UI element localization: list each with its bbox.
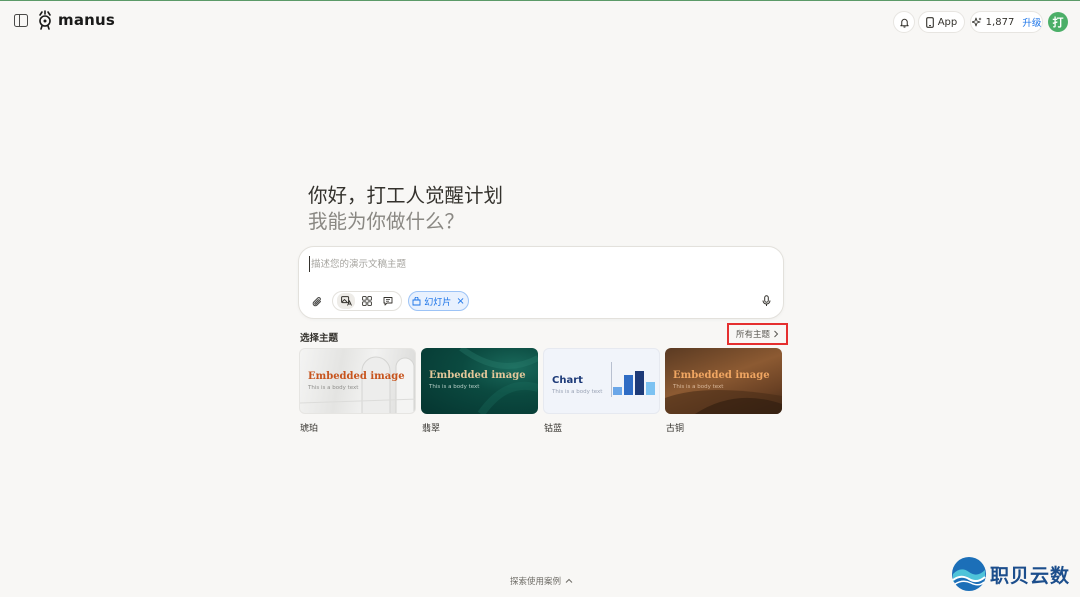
chat-mode-button[interactable] bbox=[379, 293, 397, 309]
chevron-up-icon bbox=[565, 578, 573, 583]
chevron-right-icon bbox=[774, 330, 779, 338]
mode-tools bbox=[332, 291, 402, 311]
sparkle-icon bbox=[971, 17, 982, 27]
theme-preview-title: Embedded image bbox=[673, 370, 770, 381]
grid-icon bbox=[362, 296, 372, 306]
chat-icon bbox=[383, 297, 393, 306]
slides-mode-chip[interactable]: 幻灯片 × bbox=[408, 291, 469, 311]
microphone-icon bbox=[762, 295, 770, 306]
theme-preview-title: Chart bbox=[552, 375, 583, 386]
theme-card-emerald[interactable]: Embedded image This is a body text bbox=[421, 348, 538, 414]
slides-icon bbox=[412, 296, 421, 305]
watermark-text: 职贝云数 bbox=[990, 564, 1071, 587]
app-download-button[interactable]: App bbox=[918, 11, 965, 33]
theme-preview-title: Embedded image bbox=[429, 370, 526, 381]
avatar[interactable]: 打 bbox=[1048, 12, 1068, 32]
theme-preview-body: This is a body text bbox=[429, 384, 480, 390]
preview-bar bbox=[624, 375, 633, 395]
prompt-card: 幻灯片 × bbox=[298, 246, 784, 319]
greeting: 你好，打工人觉醒计划 我能为你做什么？ bbox=[308, 183, 503, 235]
upgrade-link[interactable]: 升级 bbox=[1022, 15, 1041, 29]
brand-name: manus bbox=[58, 11, 116, 29]
manus-logo-icon bbox=[39, 10, 51, 30]
logo[interactable]: manus bbox=[36, 10, 115, 30]
prompt-input[interactable] bbox=[309, 256, 769, 272]
theme-name-bronze: 古铜 bbox=[666, 424, 685, 434]
theme-preview-body: This is a body text bbox=[552, 389, 603, 395]
greeting-subtitle: 我能为你做什么？ bbox=[308, 210, 465, 233]
app-label: App bbox=[937, 16, 958, 28]
theme-card-cobalt[interactable]: Chart This is a body text bbox=[543, 348, 660, 414]
preview-bar bbox=[613, 387, 622, 395]
dune-background-graphic bbox=[665, 389, 782, 414]
themes-section-label: 选择主题 bbox=[300, 333, 339, 344]
image-mode-button[interactable] bbox=[337, 293, 356, 309]
bell-icon bbox=[899, 18, 909, 28]
all-themes-label: 所有主题 bbox=[735, 330, 770, 340]
phone-icon bbox=[925, 16, 934, 28]
watermark: 职贝云数 bbox=[951, 555, 1076, 593]
paperclip-icon bbox=[312, 297, 321, 307]
chip-label: 幻灯片 bbox=[424, 297, 452, 308]
greeting-title: 你好，打工人觉醒计划 bbox=[308, 184, 504, 207]
theme-preview-body: This is a body text bbox=[308, 385, 359, 391]
preview-axis bbox=[611, 362, 612, 397]
voice-input-button[interactable] bbox=[758, 293, 774, 309]
attach-button[interactable] bbox=[309, 294, 325, 310]
theme-name-amber: 琥珀 bbox=[300, 424, 319, 434]
theme-name-cobalt: 钴蓝 bbox=[544, 424, 563, 434]
preview-bar bbox=[646, 382, 655, 395]
all-themes-button[interactable]: 所有主题 bbox=[727, 323, 788, 345]
image-text-icon bbox=[340, 296, 352, 306]
wave-logo-icon bbox=[952, 557, 986, 591]
sidebar-toggle-icon[interactable] bbox=[14, 14, 28, 27]
theme-card-bronze[interactable]: Embedded image This is a body text bbox=[665, 348, 782, 414]
theme-card-amber[interactable]: Embedded image This is a body text bbox=[299, 348, 416, 414]
theme-preview-body: This is a body text bbox=[673, 384, 724, 390]
notifications-button[interactable] bbox=[893, 11, 915, 33]
top-header: manus App 1,877 升级 打 bbox=[0, 1, 1080, 43]
explore-label: 探索使用案例 bbox=[510, 577, 562, 587]
explore-use-cases-link[interactable]: 探索使用案例 bbox=[510, 575, 573, 587]
preview-bar bbox=[635, 371, 644, 395]
theme-name-emerald: 翡翠 bbox=[422, 424, 441, 434]
wave-background-graphic bbox=[459, 348, 538, 414]
credits-count: 1,877 bbox=[985, 16, 1015, 28]
credits-button[interactable]: 1,877 升级 bbox=[970, 11, 1043, 33]
close-icon[interactable]: × bbox=[456, 296, 464, 307]
grid-mode-button[interactable] bbox=[358, 293, 376, 309]
theme-preview-title: Embedded image bbox=[308, 371, 405, 382]
